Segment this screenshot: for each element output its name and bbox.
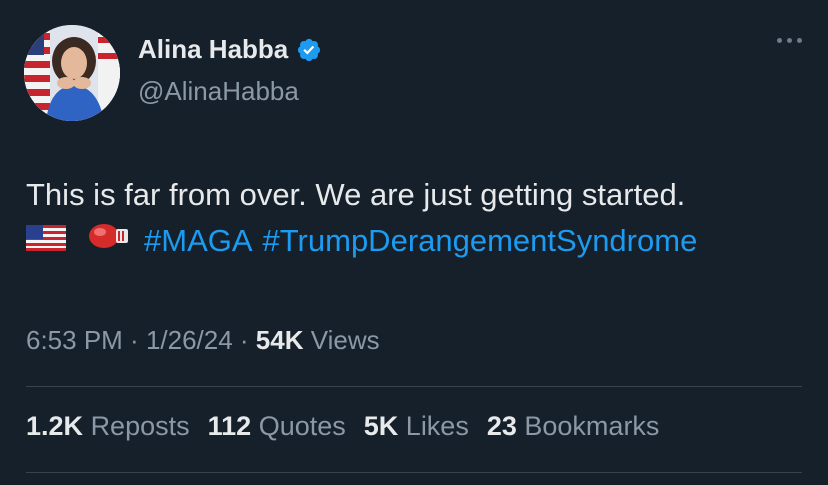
bookmarks-label: Bookmarks [524, 411, 660, 441]
author-name-row[interactable]: Alina Habba [138, 34, 322, 65]
meta-separator: · [122, 325, 146, 355]
author-handle[interactable]: @AlinaHabba [138, 76, 299, 107]
meta-separator: · [232, 325, 256, 355]
likes-label: Likes [405, 411, 469, 441]
boxing-glove-emoji [88, 218, 130, 264]
reposts-count: 1.2K [26, 411, 84, 441]
likes-count: 5K [363, 411, 399, 441]
verified-badge-icon [296, 37, 322, 63]
views-count: 54K [255, 325, 304, 355]
tweet-text-line: This is far from over. We are just getti… [26, 177, 686, 212]
reposts-stat[interactable]: 1.2K Reposts [26, 411, 190, 442]
divider [26, 472, 802, 473]
tweet-date[interactable]: 1/26/24 [146, 325, 233, 355]
bookmarks-stat[interactable]: 23 Bookmarks [487, 411, 660, 442]
quotes-stat[interactable]: 112 Quotes [208, 411, 346, 442]
quotes-label: Quotes [258, 411, 346, 441]
hashtag-trump-derangement-syndrome[interactable]: #TrumpDerangementSyndrome [263, 218, 698, 264]
author-name[interactable]: Alina Habba [138, 34, 288, 65]
us-flag-emoji [26, 218, 66, 264]
avatar-image [24, 25, 120, 121]
hashtag-maga[interactable]: #MAGA [144, 218, 253, 264]
tweet-body: This is far from over. We are just getti… [26, 172, 816, 264]
tweet-meta: 6:53 PM · 1/26/24 · 54K Views [26, 325, 380, 356]
views-label: Views [310, 325, 380, 355]
more-options-icon[interactable] [777, 38, 802, 43]
avatar[interactable] [24, 25, 120, 121]
likes-stat[interactable]: 5K Likes [364, 411, 469, 442]
quotes-count: 112 [207, 411, 252, 441]
divider [26, 386, 802, 387]
tweet-time[interactable]: 6:53 PM [26, 325, 123, 355]
engagement-stats: 1.2K Reposts 112 Quotes 5K Likes 23 Book… [26, 411, 659, 442]
reposts-label: Reposts [90, 411, 190, 441]
bookmarks-count: 23 [486, 411, 517, 441]
